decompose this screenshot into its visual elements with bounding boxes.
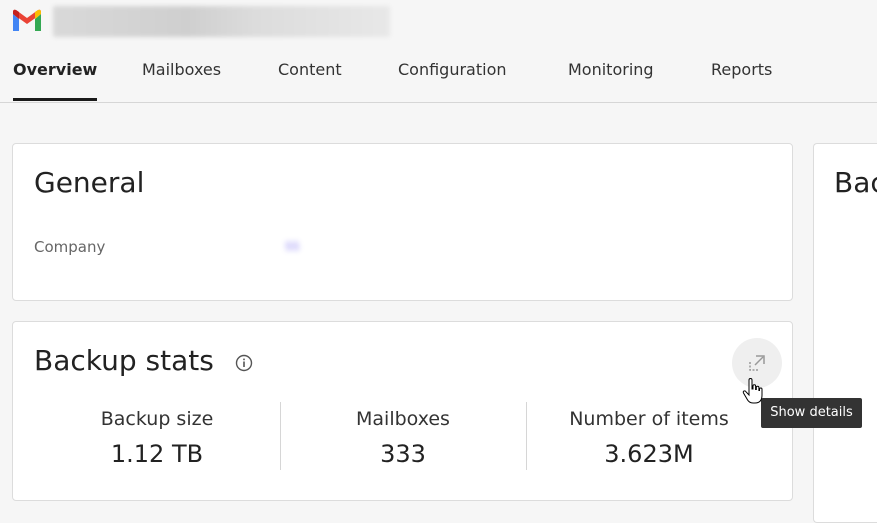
backup-stats-title: Backup stats	[34, 344, 214, 377]
info-icon[interactable]	[235, 354, 253, 372]
company-label: Company	[34, 238, 106, 256]
stat-mailboxes: Mailboxes 333	[280, 402, 526, 468]
backup-card-partial: Bac	[813, 143, 877, 523]
expand-icon	[749, 355, 765, 371]
tab-content[interactable]: Content	[278, 60, 342, 100]
gmail-logo-icon	[13, 9, 41, 31]
top-bar	[0, 0, 877, 44]
company-value[interactable]: ss	[285, 238, 381, 254]
account-title-redacted	[53, 6, 390, 37]
stat-backup-size: Backup size 1.12 TB	[34, 402, 280, 468]
stat-number-of-items: Number of items 3.623M	[526, 402, 772, 468]
stat-value: 1.12 TB	[110, 440, 204, 468]
general-card: General Company ss	[12, 143, 793, 301]
stat-label: Number of items	[569, 408, 729, 430]
backup-card-title: Bac	[834, 166, 877, 199]
tab-configuration[interactable]: Configuration	[398, 60, 507, 100]
hand-cursor-icon	[742, 378, 763, 404]
tab-overview[interactable]: Overview	[13, 60, 98, 101]
stat-value: 3.623M	[604, 440, 694, 468]
backup-stats-card: Backup stats Backup size 1.12 TB Mailbox…	[12, 321, 793, 501]
tab-mailboxes[interactable]: Mailboxes	[142, 60, 221, 100]
stat-label: Mailboxes	[356, 408, 450, 430]
show-details-tooltip: Show details	[761, 398, 862, 428]
general-title: General	[34, 166, 145, 199]
stat-value: 333	[380, 440, 426, 468]
tab-monitoring[interactable]: Monitoring	[568, 60, 654, 100]
stat-label: Backup size	[100, 408, 214, 430]
main-tabs: Overview Mailboxes Content Configuration…	[0, 50, 877, 103]
tab-reports[interactable]: Reports	[711, 60, 772, 100]
